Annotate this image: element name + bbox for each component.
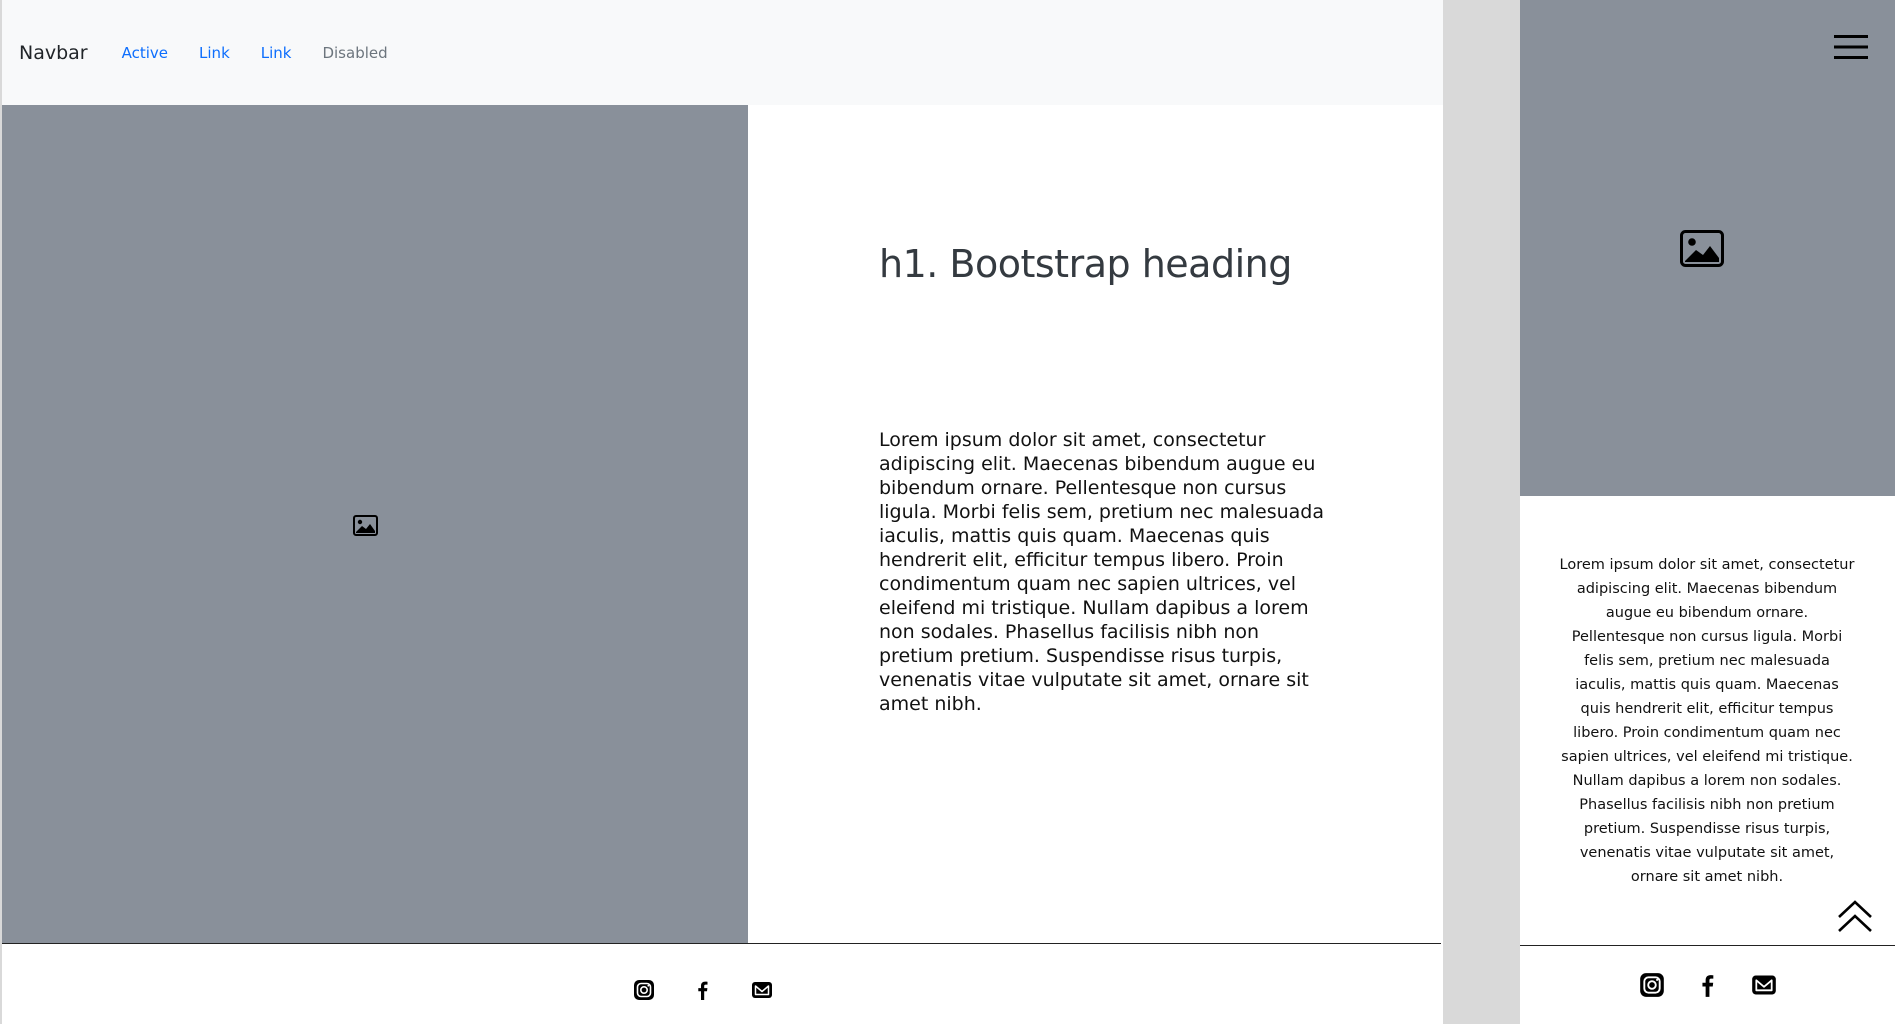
mobile-body-text: Lorem ipsum dolor sit amet, consectetur … [1559, 557, 1855, 885]
facebook-icon[interactable] [692, 979, 714, 1001]
image-icon [1680, 230, 1724, 267]
email-icon[interactable] [751, 979, 773, 1001]
nav-link-2[interactable]: Link [261, 44, 292, 62]
mobile-hero-image-placeholder [1520, 0, 1895, 496]
footer [2, 944, 1443, 1024]
nav-link-1[interactable]: Link [199, 44, 230, 62]
hero-image-placeholder [2, 105, 748, 944]
nav-link-disabled: Disabled [322, 43, 388, 62]
mobile-footer [1520, 946, 1895, 1024]
body-text: Lorem ipsum dolor sit amet, consectetur … [879, 429, 1325, 715]
page-heading: h1. Bootstrap heading [879, 242, 1292, 286]
email-icon[interactable] [1751, 972, 1777, 998]
image-icon [352, 515, 378, 536]
instagram-icon[interactable] [1639, 972, 1665, 998]
desktop-layout: Navbar Active Link Link Disabled h1. Boo… [2, 0, 1443, 1024]
facebook-icon[interactable] [1695, 972, 1721, 998]
mobile-layout: Lorem ipsum dolor sit amet, consectetur … [1520, 0, 1895, 1024]
navbar-brand[interactable]: Navbar [19, 42, 88, 64]
navbar: Navbar Active Link Link Disabled [2, 0, 1443, 105]
nav-link-active[interactable]: Active [122, 44, 168, 62]
hamburger-menu-icon[interactable] [1834, 33, 1868, 61]
double-chevron-up-icon[interactable] [1837, 900, 1873, 934]
instagram-icon[interactable] [633, 979, 655, 1001]
